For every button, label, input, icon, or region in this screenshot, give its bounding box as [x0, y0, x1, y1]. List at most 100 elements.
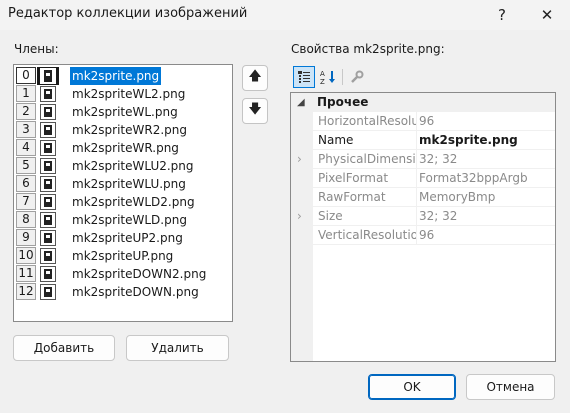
add-button[interactable]: Добавить: [13, 335, 115, 361]
item-index: 6: [16, 175, 36, 192]
column-divider: [416, 150, 417, 169]
list-item[interactable]: 5 mk2spriteWLU2.png: [16, 157, 230, 175]
list-item[interactable]: 2 mk2spriteWL.png: [16, 103, 230, 121]
list-item[interactable]: 4 mk2spriteWR.png: [16, 139, 230, 157]
column-divider: [416, 131, 417, 150]
image-icon: [40, 212, 56, 228]
alphabetical-button[interactable]: A Z: [317, 66, 339, 88]
list-item[interactable]: 1 mk2spriteWL2.png: [16, 85, 230, 103]
categorized-icon: [298, 71, 310, 83]
toolbar-separator: [342, 69, 343, 85]
item-index: 8: [16, 211, 36, 228]
item-name: mk2spriteWLU2.png: [72, 159, 194, 173]
column-divider: [416, 169, 417, 188]
property-pages-button[interactable]: [346, 66, 368, 88]
list-item[interactable]: 10 mk2spriteUP.png: [16, 247, 230, 265]
list-item[interactable]: 12 mk2spriteDOWN.png: [16, 283, 230, 301]
categorized-button[interactable]: [293, 66, 315, 88]
column-divider: [416, 226, 417, 245]
list-item[interactable]: 3 mk2spriteWR2.png: [16, 121, 230, 139]
property-value[interactable]: Format32bppArgb: [419, 169, 555, 188]
property-name: Name: [318, 133, 354, 147]
property-grid-toolbar: A Z: [290, 64, 556, 90]
image-icon: [40, 122, 56, 138]
item-name: mk2spriteWLD2.png: [72, 195, 195, 209]
item-name: mk2spriteUP2.png: [72, 231, 183, 245]
members-list[interactable]: 0 mk2sprite.png 1 mk2spriteWL2.png 2 mk2sprit…: [13, 64, 233, 322]
help-icon: ?: [498, 6, 506, 24]
svg-text:Z: Z: [320, 78, 325, 85]
item-index: 2: [16, 103, 36, 120]
item-name: mk2sprite.png: [70, 67, 162, 85]
list-item[interactable]: 0 mk2sprite.png: [16, 67, 230, 85]
image-icon: [40, 176, 56, 192]
image-icon: [40, 140, 56, 156]
property-row[interactable]: › Size 32; 32: [291, 207, 555, 226]
property-row[interactable]: HorizontalResolution96: [291, 112, 555, 131]
item-name: mk2spriteWR2.png: [72, 123, 187, 137]
property-value[interactable]: 32; 32: [419, 150, 555, 169]
image-icon: [40, 104, 56, 120]
property-name: Size: [318, 209, 343, 223]
item-name: mk2spriteWLU.png: [72, 177, 186, 191]
image-icon: [40, 266, 56, 282]
property-row[interactable]: Name mk2sprite.png: [291, 131, 555, 150]
list-item[interactable]: 6 mk2spriteWLU.png: [16, 175, 230, 193]
property-row[interactable]: RawFormat MemoryBmp: [291, 188, 555, 207]
list-item[interactable]: 8 mk2spriteWLD.png: [16, 211, 230, 229]
wrench-icon: [351, 70, 364, 83]
property-value[interactable]: MemoryBmp: [419, 188, 555, 207]
move-up-button[interactable]: 🡅: [242, 65, 268, 91]
alphabetical-icon: A Z: [320, 70, 335, 85]
item-index: 7: [16, 193, 36, 210]
list-item[interactable]: 11 mk2spriteDOWN2.png: [16, 265, 230, 283]
arrow-up-icon: 🡅: [248, 69, 262, 84]
image-icon: [40, 230, 56, 246]
item-index: 9: [16, 229, 36, 246]
move-down-button[interactable]: 🡇: [242, 98, 268, 124]
close-button[interactable]: ✕: [527, 0, 567, 30]
item-index: 12: [16, 283, 36, 300]
image-icon: [40, 194, 56, 210]
ok-button[interactable]: OK: [368, 374, 456, 400]
cancel-button[interactable]: Отмена: [466, 374, 555, 400]
column-divider: [416, 112, 417, 131]
item-name: mk2spriteDOWN2.png: [72, 267, 207, 281]
close-icon: ✕: [540, 6, 554, 24]
property-name: VerticalResolution: [318, 228, 416, 242]
item-index: 4: [16, 139, 36, 156]
remove-button[interactable]: Удалить: [126, 335, 229, 361]
collapse-icon[interactable]: ◢: [297, 93, 305, 112]
item-index: 1: [16, 85, 36, 102]
image-icon: [40, 158, 56, 174]
item-index: 10: [16, 247, 36, 264]
list-item[interactable]: 9 mk2spriteUP2.png: [16, 229, 230, 247]
property-grid[interactable]: ◢ Прочее HorizontalResolution96Namemk2sp…: [290, 92, 556, 362]
category-name: Прочее: [317, 95, 369, 109]
window-title: Редактор коллекции изображений: [8, 6, 248, 21]
property-name: HorizontalResolution: [318, 114, 416, 128]
image-icon: [40, 284, 56, 300]
item-name: mk2spriteWL.png: [72, 105, 178, 119]
column-divider: [416, 207, 417, 226]
item-name: mk2spriteUP.png: [72, 249, 174, 263]
expand-icon[interactable]: ›: [297, 207, 302, 226]
members-label: Члены:: [14, 42, 59, 56]
property-value[interactable]: 32; 32: [419, 207, 555, 226]
expand-icon[interactable]: ›: [297, 150, 302, 169]
svg-text:A: A: [320, 70, 325, 78]
image-icon: [40, 248, 56, 264]
property-row[interactable]: PixelFormat Format32bppArgb: [291, 169, 555, 188]
help-button[interactable]: ?: [482, 0, 522, 30]
property-row[interactable]: › PhysicalDimension32; 32: [291, 150, 555, 169]
image-icon: [40, 86, 56, 102]
property-row[interactable]: VerticalResolution 96: [291, 226, 555, 245]
arrow-down-icon: 🡇: [248, 102, 262, 117]
list-item[interactable]: 7 mk2spriteWLD2.png: [16, 193, 230, 211]
property-value[interactable]: 96: [419, 112, 555, 131]
category-row[interactable]: ◢ Прочее: [291, 93, 555, 112]
property-value[interactable]: mk2sprite.png: [419, 131, 555, 150]
property-name: PhysicalDimension: [318, 152, 416, 166]
item-index: 0: [16, 67, 36, 84]
property-value[interactable]: 96: [419, 226, 555, 245]
